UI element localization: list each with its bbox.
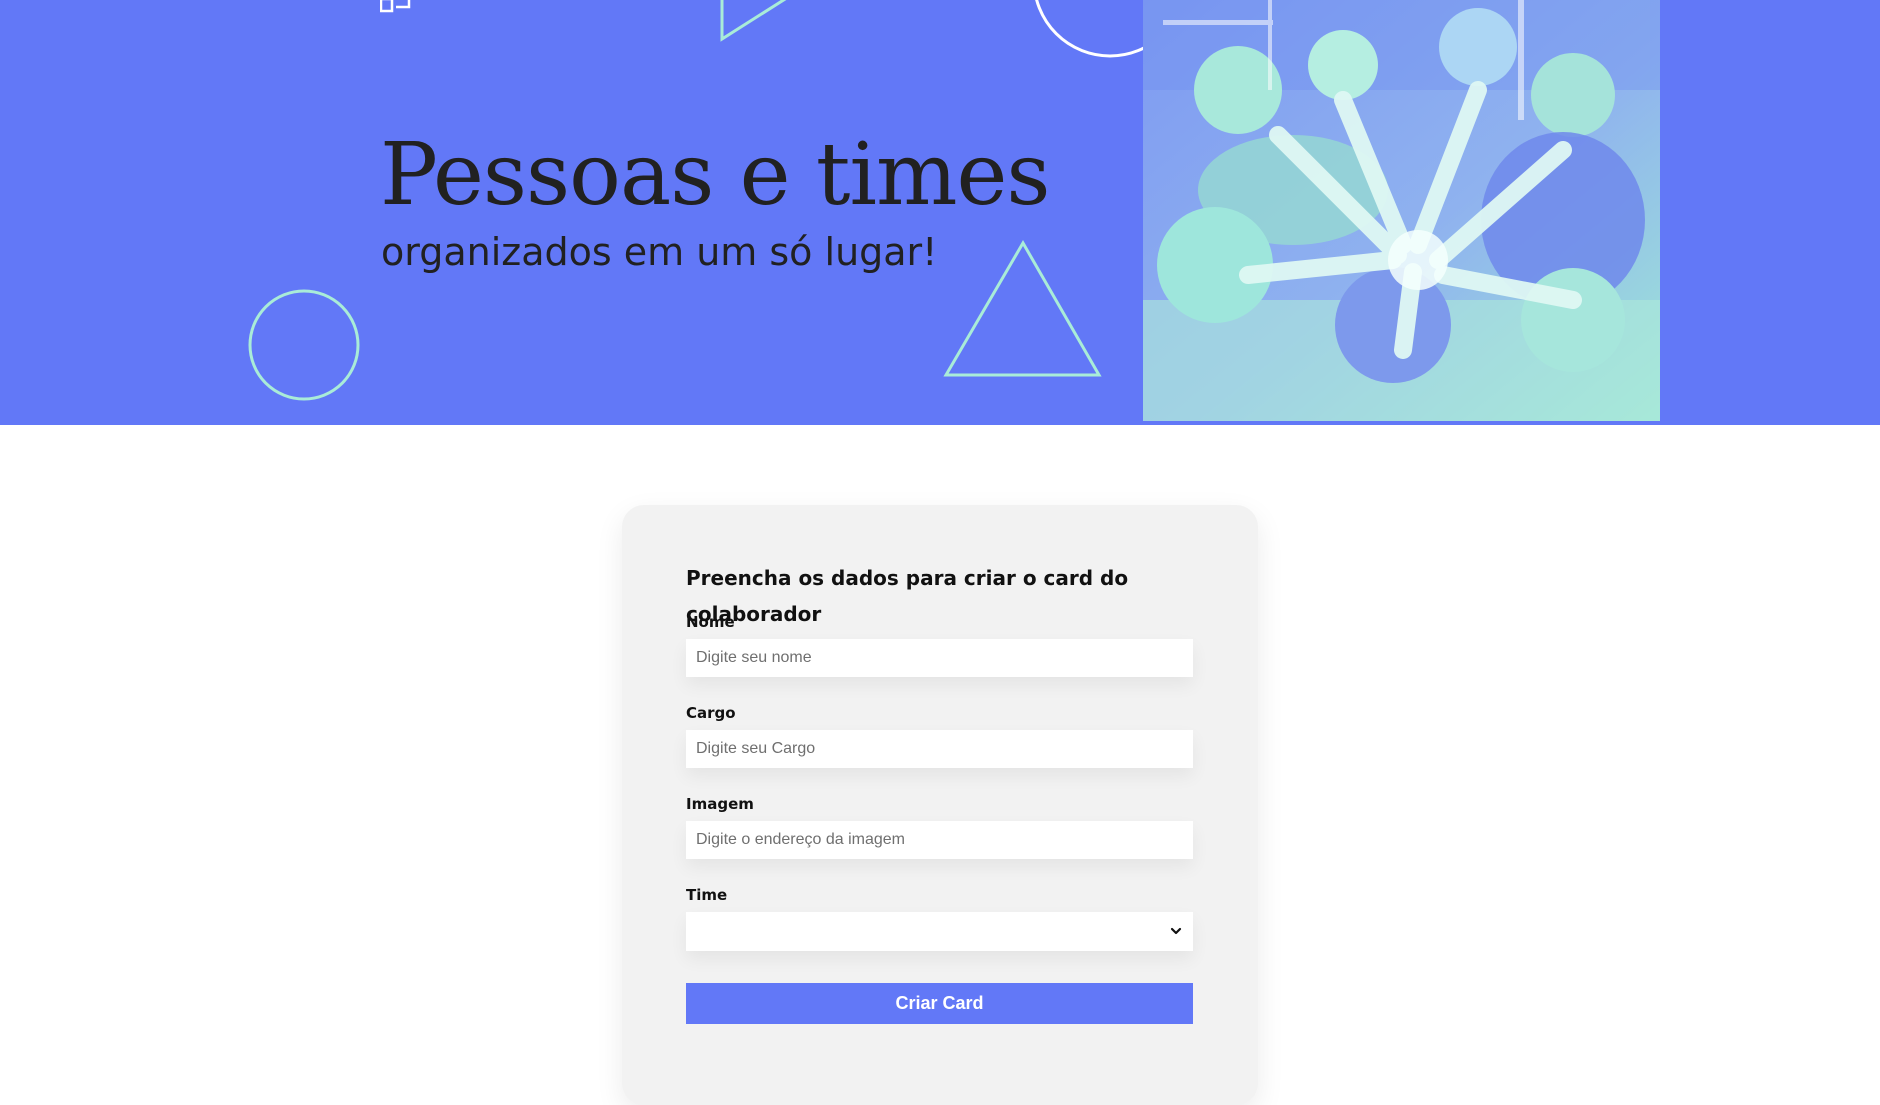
hero-banner: Pessoas e times organizados em um só lug… bbox=[0, 0, 1880, 425]
collaborator-form-card: Preencha os dados para criar o card do c… bbox=[622, 505, 1258, 1105]
form-title: Preencha os dados para criar o card do c… bbox=[686, 566, 1129, 626]
team-select[interactable] bbox=[686, 912, 1193, 951]
role-field[interactable] bbox=[686, 730, 1193, 768]
image-url-field[interactable] bbox=[686, 821, 1193, 859]
hero-title: Pessoas e times bbox=[380, 125, 1051, 225]
role-label: Cargo bbox=[686, 704, 736, 722]
hero-subtitle: organizados em um só lugar! bbox=[381, 230, 938, 274]
chevron-down-icon bbox=[1170, 927, 1182, 935]
image-label: Imagem bbox=[686, 795, 754, 813]
team-label: Time bbox=[686, 886, 728, 904]
name-field[interactable] bbox=[686, 639, 1193, 677]
create-card-button[interactable]: Criar Card bbox=[686, 983, 1193, 1024]
name-label: Nome bbox=[686, 613, 735, 631]
team-hands-together-photo bbox=[1143, 0, 1660, 421]
